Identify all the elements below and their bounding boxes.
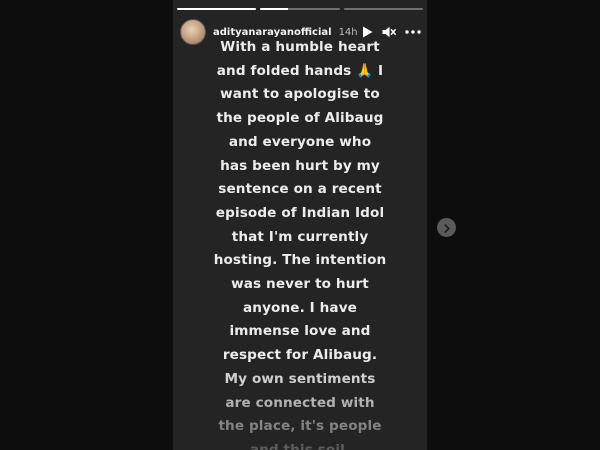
caption-line: sentence on a recent: [218, 181, 382, 198]
caption-line: are connected with: [225, 394, 375, 411]
caption-line: was never to hurt: [231, 276, 369, 293]
caption-line: anyone. I have: [243, 299, 357, 316]
caption-line: has been hurt by my: [220, 157, 380, 174]
progress-segment: [177, 8, 257, 10]
progress-segment: [260, 8, 340, 10]
caption-line: the place, it's people: [218, 418, 382, 435]
caption-line: immense love and: [229, 323, 371, 340]
caption-line: hosting. The intention: [213, 252, 387, 269]
story-card[interactable]: adityanarayanofficial 14h With a humble …: [173, 0, 427, 450]
progress-fill: [260, 8, 289, 10]
caption-line: respect for Alibaug.: [222, 347, 378, 364]
caption-line: want to apologise to: [220, 86, 380, 103]
caption-line: My own sentiments: [224, 370, 376, 387]
progress-fill: [177, 8, 257, 10]
progress-segment: [343, 8, 423, 10]
caption-line: With a humble heart: [220, 39, 380, 55]
caption-line: that I'm currently: [231, 228, 369, 245]
story-progress-bars: [177, 8, 423, 10]
story-caption: With a humble heart and folded hands 🙏 I…: [173, 36, 427, 450]
caption-line: the people of Alibaug: [216, 110, 384, 127]
caption-line: and everyone who: [228, 133, 372, 150]
chevron-right-icon: [443, 218, 451, 237]
caption-line: and folded hands 🙏 I: [216, 62, 384, 79]
story-viewer: adityanarayanofficial 14h With a humble …: [0, 0, 600, 450]
next-story-button[interactable]: [437, 218, 456, 237]
caption-line: and this soil.: [249, 441, 351, 450]
caption-line: episode of Indian Idol: [215, 204, 385, 221]
more-horizontal-icon[interactable]: [405, 30, 421, 34]
